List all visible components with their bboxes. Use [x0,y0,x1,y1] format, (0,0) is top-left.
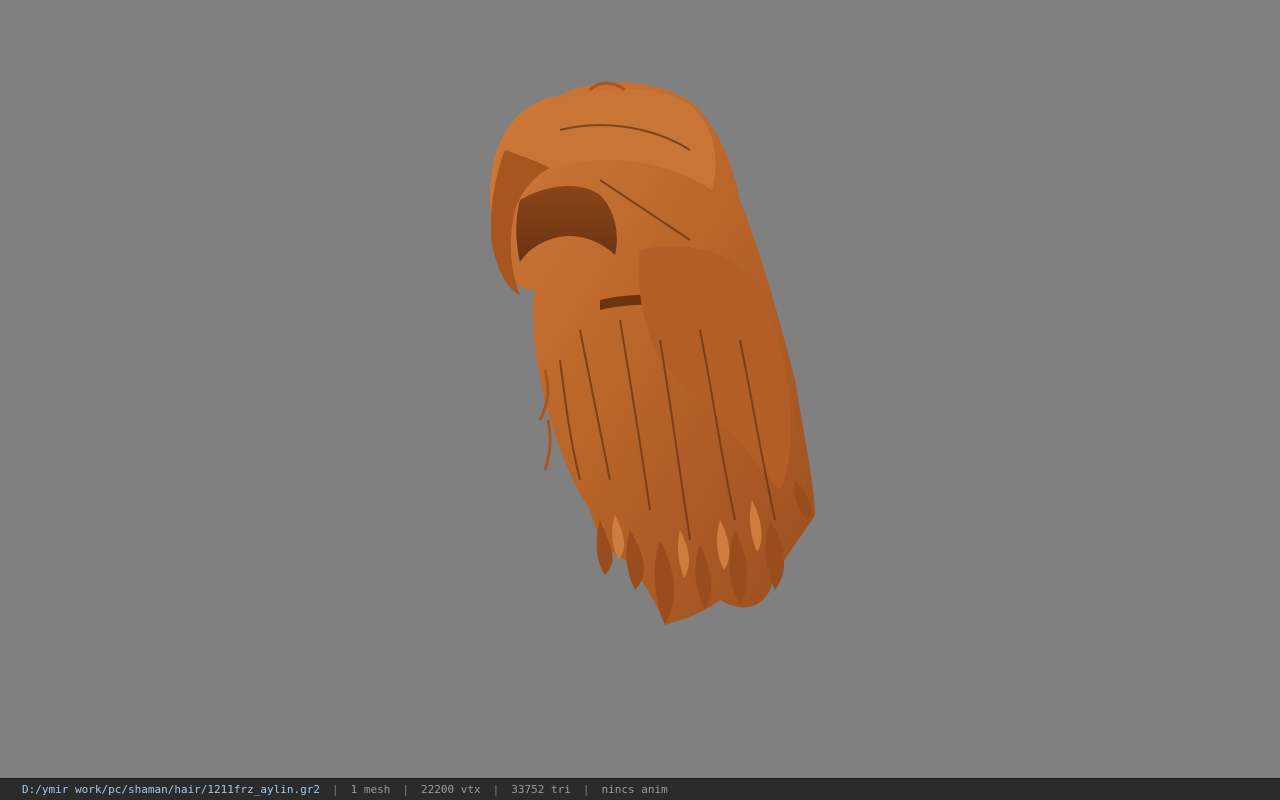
triangle-count: 33752 tri [511,783,571,796]
vertex-count: 22200 vtx [421,783,481,796]
separator: | [492,783,500,796]
3d-viewport[interactable] [0,0,1280,778]
separator: | [332,783,339,796]
file-path: D:/ymir work/pc/shaman/hair/1211frz_ayli… [22,783,321,796]
separator: | [582,783,590,796]
separator: | [402,783,410,796]
animation-status: nincs anim [601,783,668,796]
status-bar: D:/ymir work/pc/shaman/hair/1211frz_ayli… [0,778,1280,800]
hair-model [490,81,815,625]
mesh-count: 1 mesh [350,783,391,796]
